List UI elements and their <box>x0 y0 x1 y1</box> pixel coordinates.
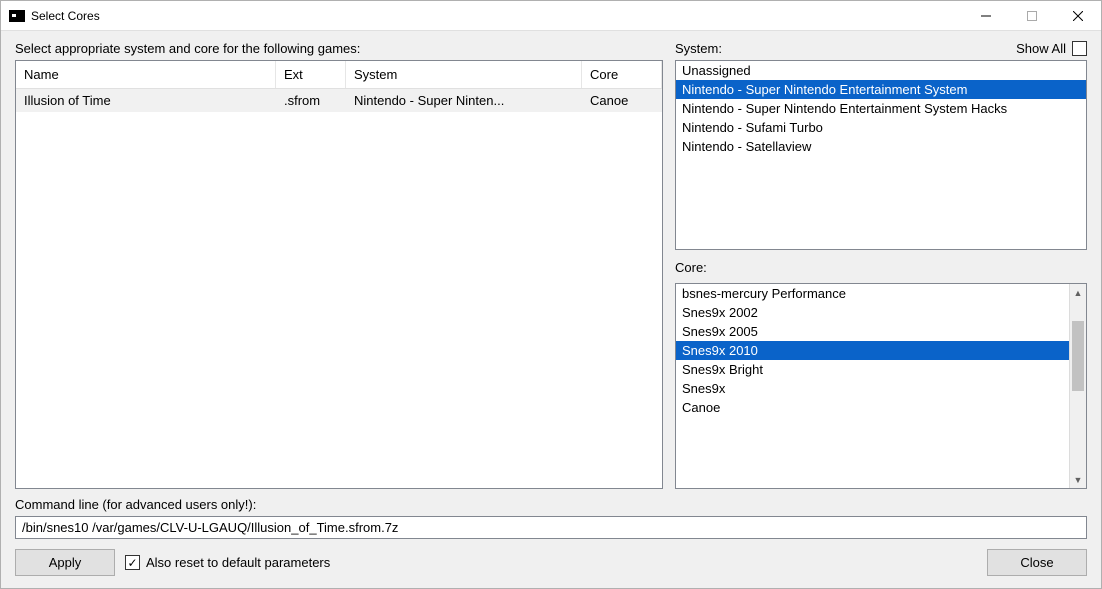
table-header: Name Ext System Core <box>16 61 662 89</box>
minimize-icon <box>981 11 991 21</box>
list-item[interactable]: Snes9x 2002 <box>676 303 1086 322</box>
reset-defaults-label: Also reset to default parameters <box>146 555 330 570</box>
app-icon <box>9 10 25 22</box>
list-item[interactable]: Canoe <box>676 398 1086 417</box>
scroll-up-icon[interactable]: ▲ <box>1070 284 1086 301</box>
close-window-button[interactable] <box>1055 1 1101 30</box>
close-button[interactable]: Close <box>987 549 1087 576</box>
system-listbox[interactable]: UnassignedNintendo - Super Nintendo Ente… <box>675 60 1087 250</box>
select-cores-window: Select Cores Select appropriate system a… <box>0 0 1102 589</box>
show-all-checkbox[interactable] <box>1072 41 1087 56</box>
scroll-down-icon[interactable]: ▼ <box>1070 471 1086 488</box>
dialog-content: Select appropriate system and core for t… <box>1 31 1101 588</box>
cell-core: Canoe <box>582 89 662 112</box>
command-line-label: Command line (for advanced users only!): <box>15 497 1087 512</box>
games-table[interactable]: Name Ext System Core Illusion of Time.sf… <box>15 60 663 489</box>
cell-name: Illusion of Time <box>16 89 276 112</box>
list-item[interactable]: Snes9x 2005 <box>676 322 1086 341</box>
maximize-icon <box>1027 11 1037 21</box>
header-core[interactable]: Core <box>582 61 662 88</box>
core-listbox[interactable]: bsnes-mercury PerformanceSnes9x 2002Snes… <box>675 283 1087 489</box>
cell-ext: .sfrom <box>276 89 346 112</box>
games-pane: Select appropriate system and core for t… <box>15 41 663 489</box>
header-system[interactable]: System <box>346 61 582 88</box>
system-label-row: System: Show All <box>675 41 1087 56</box>
list-item[interactable]: Snes9x 2010 <box>676 341 1086 360</box>
close-icon <box>1073 11 1083 21</box>
list-item[interactable]: Nintendo - Sufami Turbo <box>676 118 1086 137</box>
table-row[interactable]: Illusion of Time.sfromNintendo - Super N… <box>16 89 662 112</box>
system-label: System: <box>675 41 722 56</box>
command-line-input[interactable] <box>15 516 1087 539</box>
list-item[interactable]: Unassigned <box>676 61 1086 80</box>
maximize-button <box>1009 1 1055 30</box>
cell-system: Nintendo - Super Ninten... <box>346 89 582 112</box>
show-all-label: Show All <box>1016 41 1066 56</box>
list-item[interactable]: Snes9x Bright <box>676 360 1086 379</box>
upper-area: Select appropriate system and core for t… <box>15 41 1087 489</box>
header-name[interactable]: Name <box>16 61 276 88</box>
apply-button[interactable]: Apply <box>15 549 115 576</box>
list-item[interactable]: Nintendo - Super Nintendo Entertainment … <box>676 99 1086 118</box>
command-line-row: Command line (for advanced users only!): <box>15 497 1087 539</box>
instruction-label: Select appropriate system and core for t… <box>15 41 663 56</box>
scroll-thumb[interactable] <box>1072 321 1084 391</box>
table-body: Illusion of Time.sfromNintendo - Super N… <box>16 89 662 488</box>
list-item[interactable]: Nintendo - Super Nintendo Entertainment … <box>676 80 1086 99</box>
reset-defaults-checkbox[interactable] <box>125 555 140 570</box>
show-all-group[interactable]: Show All <box>1016 41 1087 56</box>
reset-defaults-group[interactable]: Also reset to default parameters <box>125 555 330 570</box>
list-item[interactable]: bsnes-mercury Performance <box>676 284 1086 303</box>
header-ext[interactable]: Ext <box>276 61 346 88</box>
minimize-button[interactable] <box>963 1 1009 30</box>
right-pane: System: Show All UnassignedNintendo - Su… <box>675 41 1087 489</box>
core-label: Core: <box>675 260 1087 275</box>
core-scrollbar[interactable]: ▲ ▼ <box>1069 284 1086 488</box>
window-title: Select Cores <box>31 9 963 23</box>
list-item[interactable]: Snes9x <box>676 379 1086 398</box>
bottom-button-row: Apply Also reset to default parameters C… <box>15 549 1087 576</box>
list-item[interactable]: Nintendo - Satellaview <box>676 137 1086 156</box>
window-controls <box>963 1 1101 30</box>
titlebar: Select Cores <box>1 1 1101 31</box>
